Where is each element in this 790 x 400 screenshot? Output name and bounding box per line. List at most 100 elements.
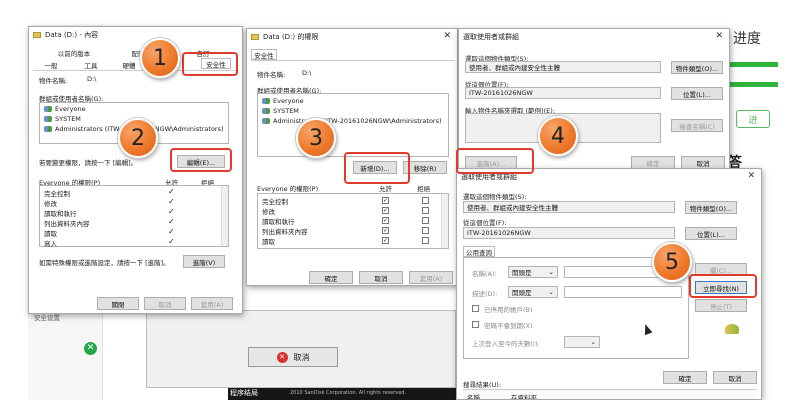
deny-checkbox[interactable] bbox=[422, 237, 429, 244]
perm-scrollbar[interactable] bbox=[441, 194, 448, 248]
list-item[interactable]: SYSTEM bbox=[262, 107, 299, 115]
object-type-button[interactable]: 物件類型(O)... bbox=[685, 201, 737, 214]
apply-button[interactable]: 套用(A) bbox=[409, 271, 453, 284]
perm-row: 讀取和執行 bbox=[262, 218, 295, 226]
object-name-label: 物件名稱: bbox=[39, 77, 68, 85]
deny-checkbox[interactable] bbox=[422, 207, 429, 214]
cancel-button[interactable]: 取消 bbox=[144, 297, 186, 310]
perm-row: 完全控制 bbox=[262, 198, 288, 206]
location-button[interactable]: 位置(L)... bbox=[685, 227, 737, 240]
close-icon[interactable]: ✕ bbox=[747, 171, 755, 181]
allow-checkbox[interactable]: ✓ bbox=[382, 237, 389, 244]
allow-checkbox[interactable]: ✓ bbox=[382, 207, 389, 214]
users-icon bbox=[262, 118, 270, 124]
desc-input[interactable] bbox=[564, 286, 682, 298]
permissions-titlebar: Data (D:) 的權限 ✕ bbox=[247, 29, 457, 45]
allow-check-icon: ✓ bbox=[168, 237, 175, 246]
cancel-button[interactable]: 取消 bbox=[359, 271, 403, 284]
close-button[interactable]: 關閉 bbox=[97, 297, 139, 310]
tab-previous-versions[interactable]: 以前的版本 bbox=[49, 47, 99, 58]
perm-row: 修改 bbox=[44, 200, 57, 208]
location-button[interactable]: 位置(L)... bbox=[671, 87, 723, 100]
object-name-value: D:\ bbox=[302, 69, 312, 77]
cancel-big-button[interactable]: ✕ 取消 bbox=[248, 347, 338, 367]
col-name[interactable]: 名稱 bbox=[467, 392, 480, 399]
advanced-button[interactable]: 進階(V) bbox=[183, 255, 225, 268]
perm-scrollbar[interactable] bbox=[221, 186, 228, 246]
allow-checkbox[interactable]: ✓ bbox=[382, 217, 389, 224]
close-icon[interactable]: ✕ bbox=[443, 31, 451, 41]
deny-header: 拒絕 bbox=[417, 185, 430, 193]
allow-checkbox[interactable]: ✓ bbox=[382, 227, 389, 234]
check-names-button[interactable]: 檢查名稱(C) bbox=[671, 119, 723, 132]
deny-checkbox[interactable] bbox=[422, 217, 429, 224]
location-field: ITW-20161026NGW bbox=[465, 87, 661, 99]
cancel-big-label: 取消 bbox=[293, 352, 310, 362]
apply-button[interactable]: 套用(A) bbox=[191, 297, 233, 310]
perm-list: 完全控制 修改 讀取和執行 列出資料夾內容 讀取 寫入 ✓ ✓ ✓ ✓ ✓ ✓ bbox=[39, 185, 229, 248]
perm-row: 寫入 bbox=[44, 240, 57, 248]
days-select[interactable]: ⌄ bbox=[564, 336, 600, 348]
users-icon bbox=[44, 106, 52, 112]
no-expire-checkbox[interactable] bbox=[472, 321, 479, 328]
disabled-accounts-checkbox[interactable] bbox=[472, 305, 479, 312]
list-item[interactable]: SYSTEM bbox=[44, 115, 81, 123]
step-badge-3: 3 bbox=[296, 118, 336, 158]
stop-button[interactable]: 停止(T) bbox=[695, 299, 747, 312]
user-list[interactable]: Everyone SYSTEM Administrators (ITW-2016… bbox=[257, 93, 449, 157]
progress-bar-1 bbox=[728, 62, 778, 67]
desc-label: 描述(D): bbox=[472, 290, 498, 298]
callout-advanced-button bbox=[456, 148, 534, 174]
chevron-down-icon: ⌄ bbox=[548, 288, 554, 296]
tab-tools[interactable]: 工具 bbox=[79, 59, 103, 70]
chevron-down-icon: ⌄ bbox=[590, 338, 596, 346]
users-icon bbox=[262, 98, 270, 104]
properties-titlebar: Data (D:) - 內容 bbox=[29, 27, 242, 43]
list-item[interactable]: Everyone bbox=[44, 105, 86, 113]
tab-security[interactable]: 安全性 bbox=[251, 49, 277, 60]
step-badge-5: 5 bbox=[652, 242, 692, 282]
desc-mode-select[interactable]: 開頭是 ⌄ bbox=[508, 286, 558, 298]
deny-checkbox[interactable] bbox=[422, 197, 429, 204]
ok-button[interactable]: 確定 bbox=[663, 371, 707, 384]
object-type-label: 選取這個物件類型(S): bbox=[463, 193, 527, 201]
ok-button[interactable]: 確定 bbox=[309, 271, 353, 284]
users-icon bbox=[44, 116, 52, 122]
perm-row: 讀取和執行 bbox=[44, 210, 77, 218]
progress-bar-2 bbox=[728, 82, 778, 87]
perm-row: 讀取 bbox=[262, 238, 275, 246]
perm-row: 修改 bbox=[262, 208, 275, 216]
search-people-icon bbox=[725, 324, 739, 334]
disabled-accounts-label: 已停用的帳戶(B) bbox=[484, 306, 533, 314]
list-item[interactable]: Administrators (ITW-20161026NGW\Administ… bbox=[262, 117, 442, 125]
cancel-button[interactable]: 取消 bbox=[713, 371, 757, 384]
callout-add-button bbox=[344, 152, 410, 184]
list-item[interactable]: Everyone bbox=[262, 97, 304, 105]
allow-check-icon: ✓ bbox=[168, 197, 175, 206]
chevron-down-icon: ⌄ bbox=[548, 268, 554, 276]
object-type-button[interactable]: 物件類型(O)... bbox=[671, 61, 723, 74]
object-type-field: 使用者、群組或內建安全性主體 bbox=[465, 61, 661, 73]
tab-divider bbox=[251, 60, 455, 61]
tab-hardware[interactable]: 硬體 bbox=[117, 59, 141, 70]
close-icon[interactable]: ✕ bbox=[715, 31, 723, 41]
object-name-value: D:\ bbox=[87, 75, 97, 83]
copyright-text: 2010 SanDisk Corporation. All rights res… bbox=[290, 390, 407, 396]
tab-common-queries[interactable]: 公用查詢 bbox=[463, 246, 495, 257]
col-folder[interactable]: 在資料夾 bbox=[511, 392, 537, 399]
step-badge-4: 4 bbox=[538, 116, 578, 156]
tab-general[interactable]: 一般 bbox=[39, 59, 63, 70]
name-label: 名稱(A): bbox=[472, 270, 497, 278]
callout-find-now-button bbox=[689, 274, 757, 298]
perm-label: Everyone 的權限(P) bbox=[257, 185, 319, 193]
select-users-titlebar: 選取使用者或群組 ✕ bbox=[459, 29, 729, 45]
select-users-title: 選取使用者或群組 bbox=[463, 33, 519, 41]
deny-checkbox[interactable] bbox=[422, 227, 429, 234]
bottom-label: 程序结局 bbox=[230, 389, 258, 397]
green-check-icon: ✕ bbox=[84, 342, 97, 355]
side-button[interactable]: 进 bbox=[736, 110, 770, 128]
permissions-title: Data (D:) 的權限 bbox=[263, 33, 319, 41]
allow-checkbox[interactable]: ✓ bbox=[382, 197, 389, 204]
name-mode-select[interactable]: 開頭是 ⌄ bbox=[508, 266, 558, 278]
step-badge-2: 2 bbox=[118, 118, 158, 158]
